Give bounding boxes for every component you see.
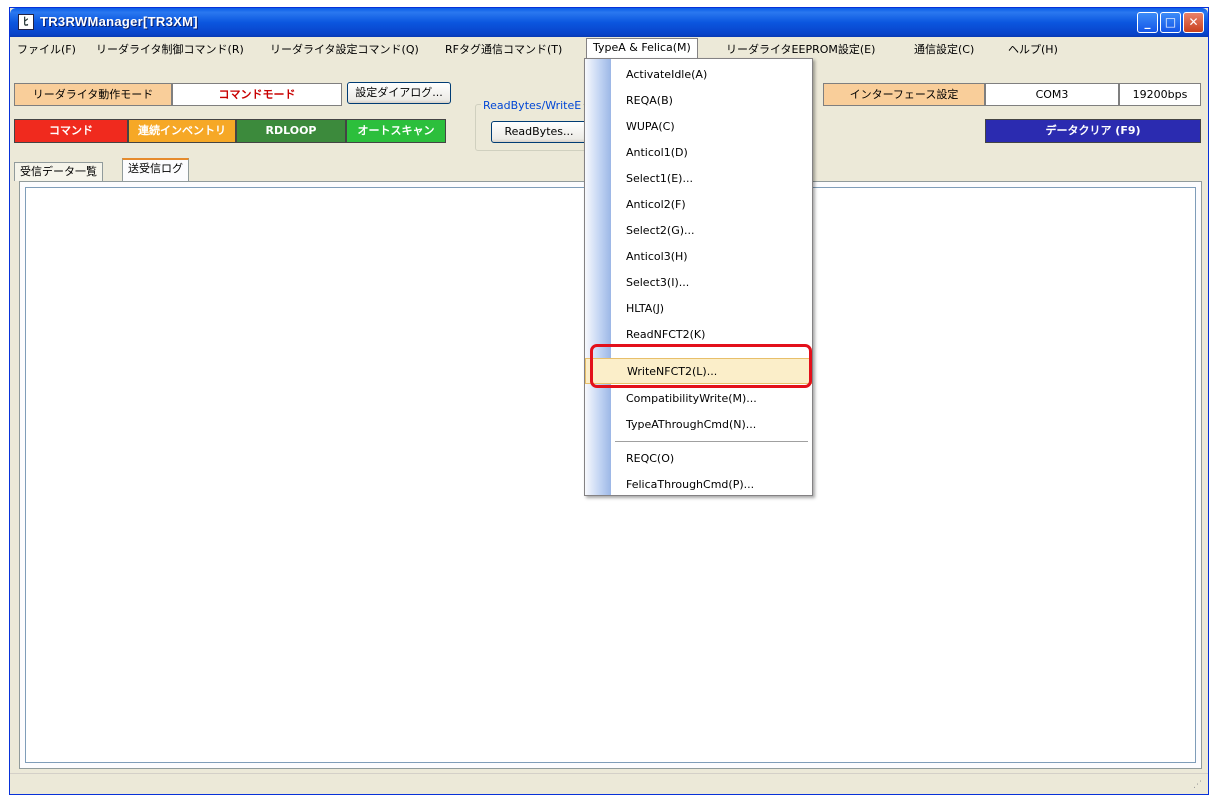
menu-reader-control[interactable]: リーダライタ制御コマンド(R) (96, 41, 244, 57)
menu-item-anticol1[interactable]: Anticol1(D) (585, 140, 812, 166)
close-button[interactable]: ✕ (1183, 12, 1204, 33)
menu-item-activate-idle[interactable]: ActivateIdle(A) (585, 62, 812, 88)
data-clear-button[interactable]: データクリア (F9) (985, 119, 1201, 143)
menu-file[interactable]: ファイル(F) (17, 41, 76, 57)
menu-item-felica-through-cmd[interactable]: FelicaThroughCmd(P)... (585, 472, 812, 498)
menu-reader-settings[interactable]: リーダライタ設定コマンド(Q) (270, 41, 419, 57)
highlight-annotation (590, 344, 812, 388)
menu-item-select3[interactable]: Select3(I)... (585, 270, 812, 296)
com-port-value: COM3 (985, 83, 1119, 106)
menu-item-reqc[interactable]: REQC(O) (585, 446, 812, 472)
menu-comm-settings[interactable]: 通信設定(C) (914, 41, 974, 57)
rdloop-button[interactable]: RDLOOP (236, 119, 346, 143)
app-window-icon: ﾋ (18, 14, 34, 30)
interface-label: インターフェース設定 (823, 83, 985, 106)
readwrite-group-label: ReadBytes/WriteE (481, 99, 584, 112)
mode-label: リーダライタ動作モード (14, 83, 172, 106)
menu-typea-felica[interactable]: TypeA & Felica(M) (586, 38, 698, 59)
menu-item-anticol2[interactable]: Anticol2(F) (585, 192, 812, 218)
menu-eeprom[interactable]: リーダライタEEPROM設定(E) (726, 41, 875, 57)
menu-item-anticol3[interactable]: Anticol3(H) (585, 244, 812, 270)
read-bytes-button[interactable]: ReadBytes... (491, 121, 587, 143)
maximize-button[interactable]: □ (1160, 12, 1181, 33)
menu-item-compatibility-write[interactable]: CompatibilityWrite(M)... (585, 386, 812, 412)
status-bar: ⋰ (10, 773, 1208, 794)
menu-separator (615, 441, 808, 442)
continuous-inventory-button[interactable]: 連続インベントリ (128, 119, 236, 143)
menu-item-select1[interactable]: Select1(E)... (585, 166, 812, 192)
autoscan-button[interactable]: オートスキャン (346, 119, 446, 143)
menu-rf-tag[interactable]: RFタグ通信コマンド(T) (445, 41, 562, 57)
minimize-button[interactable]: _ (1137, 12, 1158, 33)
menu-item-select2[interactable]: Select2(G)... (585, 218, 812, 244)
tab-received-data[interactable]: 受信データ一覧 (14, 162, 103, 181)
menu-bar: ファイル(F) リーダライタ制御コマンド(R) リーダライタ設定コマンド(Q) … (10, 38, 1208, 60)
command-button[interactable]: コマンド (14, 119, 128, 143)
baud-rate-value: 19200bps (1119, 83, 1201, 106)
title-bar[interactable]: ﾋ TR3RWManager[TR3XM] _ □ ✕ (10, 8, 1208, 37)
mode-value: コマンドモード (172, 83, 342, 106)
menu-item-reqa[interactable]: REQA(B) (585, 88, 812, 114)
menu-item-wupa[interactable]: WUPA(C) (585, 114, 812, 140)
resize-grip-icon[interactable]: ⋰ (1193, 779, 1205, 791)
menu-item-hlta[interactable]: HLTA(J) (585, 296, 812, 322)
settings-dialog-button[interactable]: 設定ダイアログ... (347, 82, 451, 104)
window-title: TR3RWManager[TR3XM] (40, 14, 198, 29)
menu-item-typea-through-cmd[interactable]: TypeAThroughCmd(N)... (585, 412, 812, 438)
menu-help[interactable]: ヘルプ(H) (1008, 41, 1058, 57)
typea-felica-dropdown: ActivateIdle(A) REQA(B) WUPA(C) Anticol1… (584, 58, 813, 496)
tab-send-receive-log[interactable]: 送受信ログ (122, 158, 189, 182)
